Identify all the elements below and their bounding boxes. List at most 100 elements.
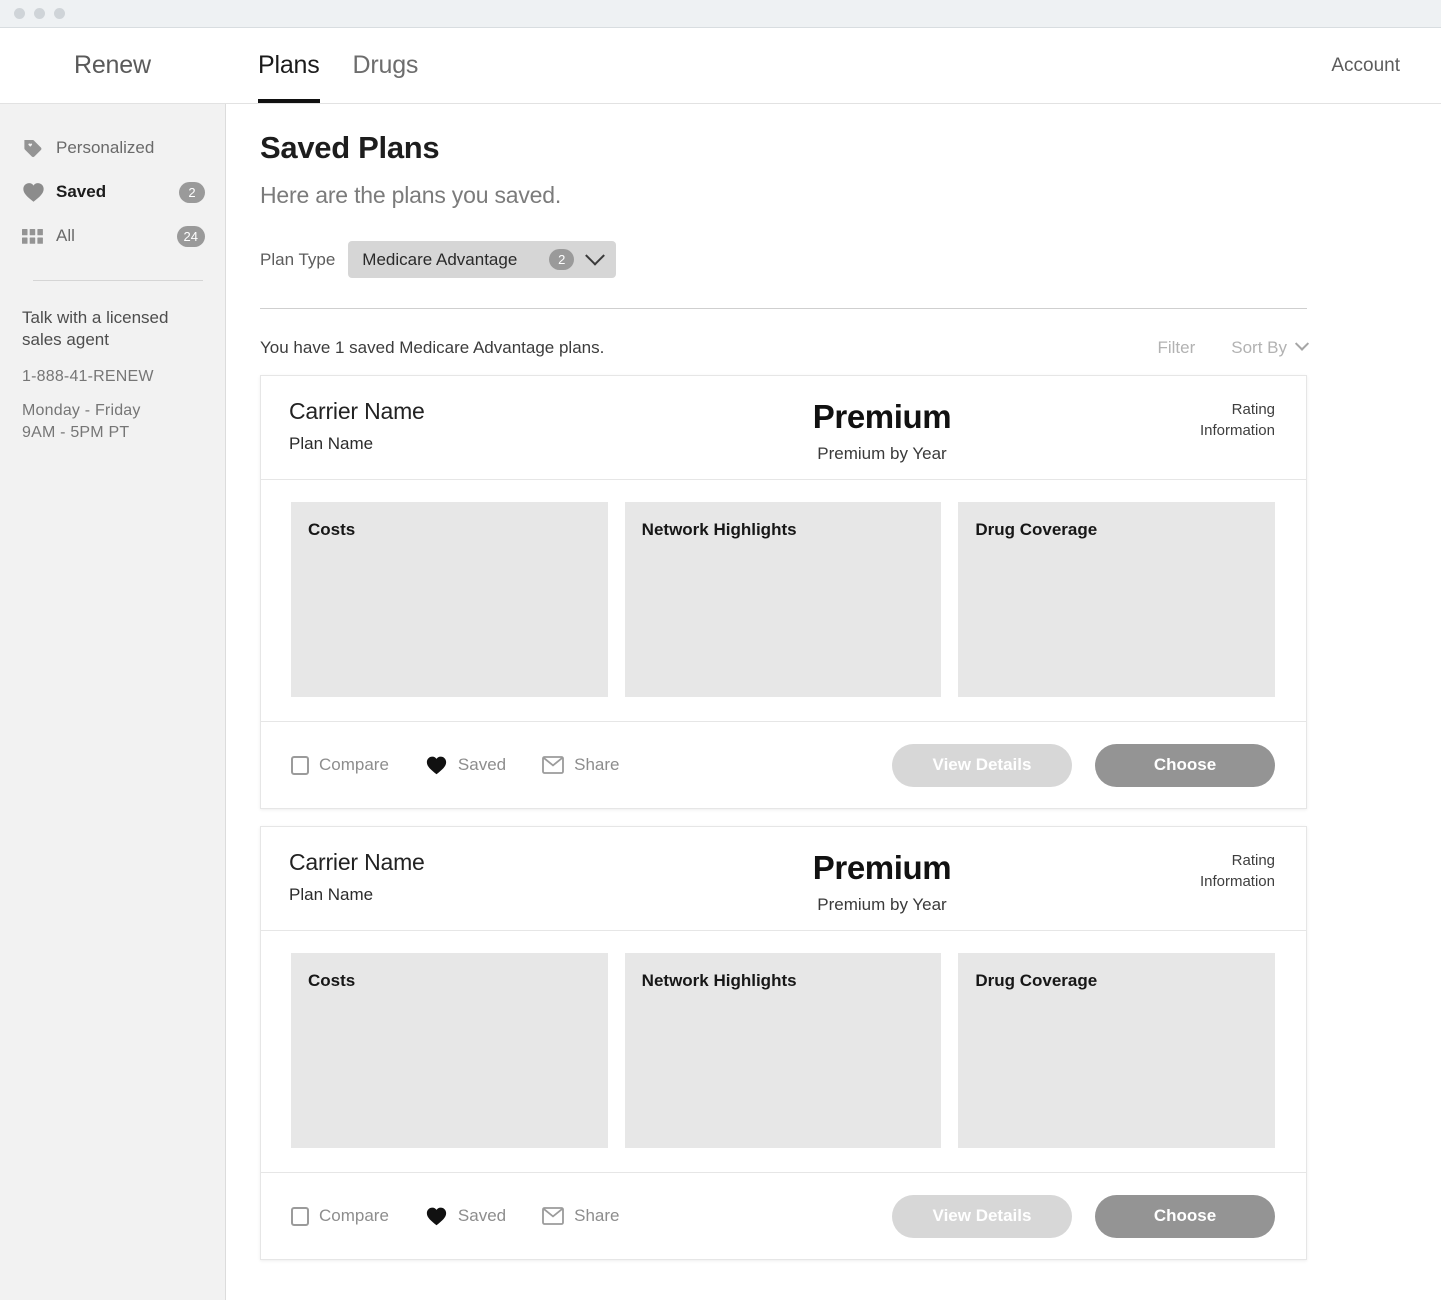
result-count: You have 1 saved Medicare Advantage plan… <box>260 338 605 357</box>
panel-network-highlights: Network Highlights <box>624 953 942 1148</box>
plan-card[interactable]: Carrier Name Plan Name Premium Premium b… <box>260 375 1307 809</box>
account-button[interactable]: Account <box>1331 28 1441 103</box>
app-window: Renew Plans Drugs Account Personalized S… <box>0 0 1441 1300</box>
saved-action[interactable]: Saved <box>425 755 506 775</box>
plan-card[interactable]: Carrier Name Plan Name Premium Premium b… <box>260 826 1307 1260</box>
sort-by-button[interactable]: Sort By <box>1231 336 1310 358</box>
saved-action[interactable]: Saved <box>425 1206 506 1226</box>
zoom-dot[interactable] <box>54 8 65 19</box>
card-buttons: View Details Choose <box>892 1194 1275 1238</box>
brand-logo[interactable]: Renew <box>0 28 226 103</box>
panel-costs: Costs <box>291 953 608 1148</box>
rating-line-1: Rating <box>1231 852 1275 869</box>
sales-agent-help: Talk with a licensed sales agent 1-888-4… <box>0 281 225 442</box>
plan-name: Plan Name <box>289 434 374 453</box>
page-title: Saved Plans <box>260 130 440 165</box>
panel-title: Network Highlights <box>641 520 797 539</box>
nav-tabs: Plans Drugs <box>258 28 451 103</box>
help-days: Monday - Friday <box>22 401 141 419</box>
compare-label: Compare <box>319 755 389 774</box>
checkbox-icon[interactable] <box>291 755 309 775</box>
window-titlebar <box>0 0 1441 28</box>
tag-icon <box>22 137 48 159</box>
share-label: Share <box>574 755 620 774</box>
heart-icon <box>22 181 48 203</box>
panel-network-highlights: Network Highlights <box>624 502 942 697</box>
panel-drug-coverage: Drug Coverage <box>958 953 1276 1148</box>
compare-action[interactable]: Compare <box>291 755 389 775</box>
premium-block: Premium Premium by Year <box>619 849 1125 930</box>
tab-plans[interactable]: Plans <box>258 28 320 103</box>
close-dot[interactable] <box>14 8 25 19</box>
sidebar-item-label: All <box>56 226 75 245</box>
premium-amount: Premium <box>812 849 952 886</box>
plan-card-header: Carrier Name Plan Name Premium Premium b… <box>261 827 1306 931</box>
chevron-down-icon <box>1294 336 1310 351</box>
plan-type-badge: 2 <box>549 249 575 270</box>
premium-period: Premium by Year <box>817 444 947 463</box>
help-hours: 9AM - 5PM PT <box>22 423 130 441</box>
sidebar-item-saved[interactable]: Saved 2 <box>0 170 225 214</box>
compare-action[interactable]: Compare <box>291 1206 389 1226</box>
rating-line-2: Information <box>1199 872 1275 890</box>
heart-icon <box>425 1206 448 1226</box>
plan-card-footer: Compare Saved Share View Details Choose <box>261 1173 1306 1259</box>
carrier-name: Carrier Name <box>289 398 425 424</box>
chevron-down-icon <box>585 245 606 266</box>
sidebar-item-personalized[interactable]: Personalized <box>0 126 225 170</box>
plan-type-select[interactable]: Medicare Advantage 2 <box>348 241 617 278</box>
plan-card-footer: Compare Saved Share View Details Choose <box>261 722 1306 808</box>
plan-card-body: Costs Network Highlights Drug Coverage <box>261 480 1306 722</box>
checkbox-icon[interactable] <box>291 1206 309 1226</box>
plan-card-body: Costs Network Highlights Drug Coverage <box>261 931 1306 1173</box>
share-action[interactable]: Share <box>542 1206 620 1226</box>
plan-name: Plan Name <box>289 885 374 904</box>
premium-period: Premium by Year <box>817 895 947 914</box>
plan-type-row: Plan Type Medicare Advantage 2 <box>260 241 1305 278</box>
plan-type-value: Medicare Advantage <box>362 249 518 269</box>
sidebar-item-label: Personalized <box>56 138 155 157</box>
saved-label: Saved <box>457 755 507 774</box>
help-phone[interactable]: 1-888-41-RENEW <box>22 368 203 386</box>
tab-drugs[interactable]: Drugs <box>353 28 419 103</box>
compare-label: Compare <box>319 1206 389 1225</box>
panel-title: Network Highlights <box>641 971 797 990</box>
sort-by-label: Sort By <box>1231 338 1287 357</box>
plan-identity: Carrier Name Plan Name <box>289 398 619 479</box>
panel-title: Drug Coverage <box>975 971 1098 990</box>
panel-title: Costs <box>308 520 356 539</box>
minimize-dot[interactable] <box>34 8 45 19</box>
top-navigation: Renew Plans Drugs Account <box>0 28 1441 104</box>
sidebar-item-all[interactable]: All 24 <box>0 214 225 258</box>
share-action[interactable]: Share <box>542 755 620 775</box>
envelope-icon <box>542 756 565 774</box>
sidebar-item-label: Saved <box>56 182 107 201</box>
plan-card-header: Carrier Name Plan Name Premium Premium b… <box>261 376 1306 480</box>
saved-label: Saved <box>457 1206 507 1225</box>
view-details-button[interactable]: View Details <box>892 1194 1072 1238</box>
rating-information: Rating Information <box>1125 849 1275 930</box>
plan-identity: Carrier Name Plan Name <box>289 849 619 930</box>
help-title: Talk with a licensed sales agent <box>22 308 169 350</box>
result-tools: Filter Sort By <box>1121 336 1310 358</box>
plan-type-label: Plan Type <box>260 249 336 269</box>
panel-title: Drug Coverage <box>975 520 1098 539</box>
panel-drug-coverage: Drug Coverage <box>958 502 1276 697</box>
envelope-icon <box>542 1207 565 1225</box>
choose-button[interactable]: Choose <box>1095 743 1275 787</box>
rating-line-2: Information <box>1199 421 1275 439</box>
page-subtitle: Here are the plans you saved. <box>260 182 562 208</box>
status-badge: 2 <box>179 181 205 203</box>
sidebar: Personalized Saved 2 All 24 Talk with a … <box>0 104 226 1300</box>
rating-line-1: Rating <box>1231 401 1275 418</box>
card-buttons: View Details Choose <box>892 743 1275 787</box>
premium-block: Premium Premium by Year <box>619 398 1125 479</box>
filter-button[interactable]: Filter <box>1157 338 1195 358</box>
panel-title: Costs <box>308 971 356 990</box>
filter-label: Filter <box>1157 338 1196 357</box>
view-details-button[interactable]: View Details <box>892 743 1072 787</box>
choose-button[interactable]: Choose <box>1095 1194 1275 1238</box>
main-content: Saved Plans Here are the plans you saved… <box>226 104 1441 1300</box>
grid-icon <box>22 228 48 244</box>
heart-icon <box>425 755 448 775</box>
